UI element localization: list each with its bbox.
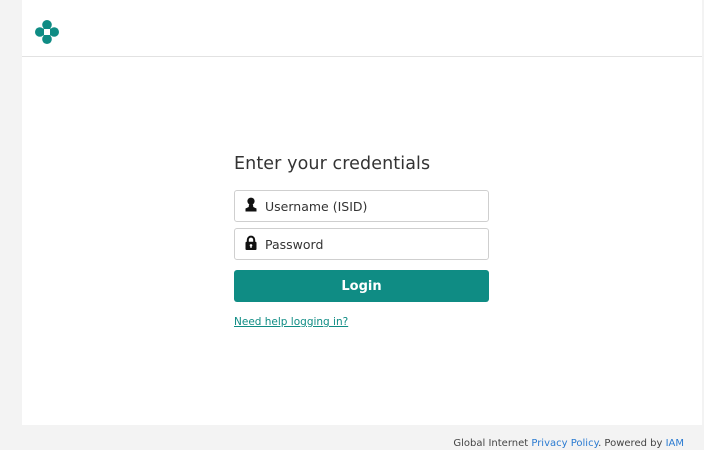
login-form: Enter your credentials Login Need help l… [234,150,489,329]
footer-middle: . Powered by [598,438,666,449]
password-field[interactable] [234,228,489,260]
login-card: Enter your credentials Login Need help l… [22,0,702,425]
footer-prefix: Global Internet [453,438,532,449]
username-field[interactable] [234,190,489,222]
user-icon [245,197,257,212]
brand-logo-icon [35,20,59,44]
form-title: Enter your credentials [234,154,431,174]
help-link[interactable]: Need help logging in? [234,316,348,328]
password-input[interactable] [265,229,480,259]
header [22,0,702,57]
footer: Global Internet Privacy Policy. Powered … [453,438,684,449]
lock-icon [245,235,257,250]
login-button[interactable]: Login [234,270,489,302]
iam-link[interactable]: IAM [666,438,684,449]
username-input[interactable] [265,191,480,221]
privacy-policy-link[interactable]: Privacy Policy [531,438,598,449]
